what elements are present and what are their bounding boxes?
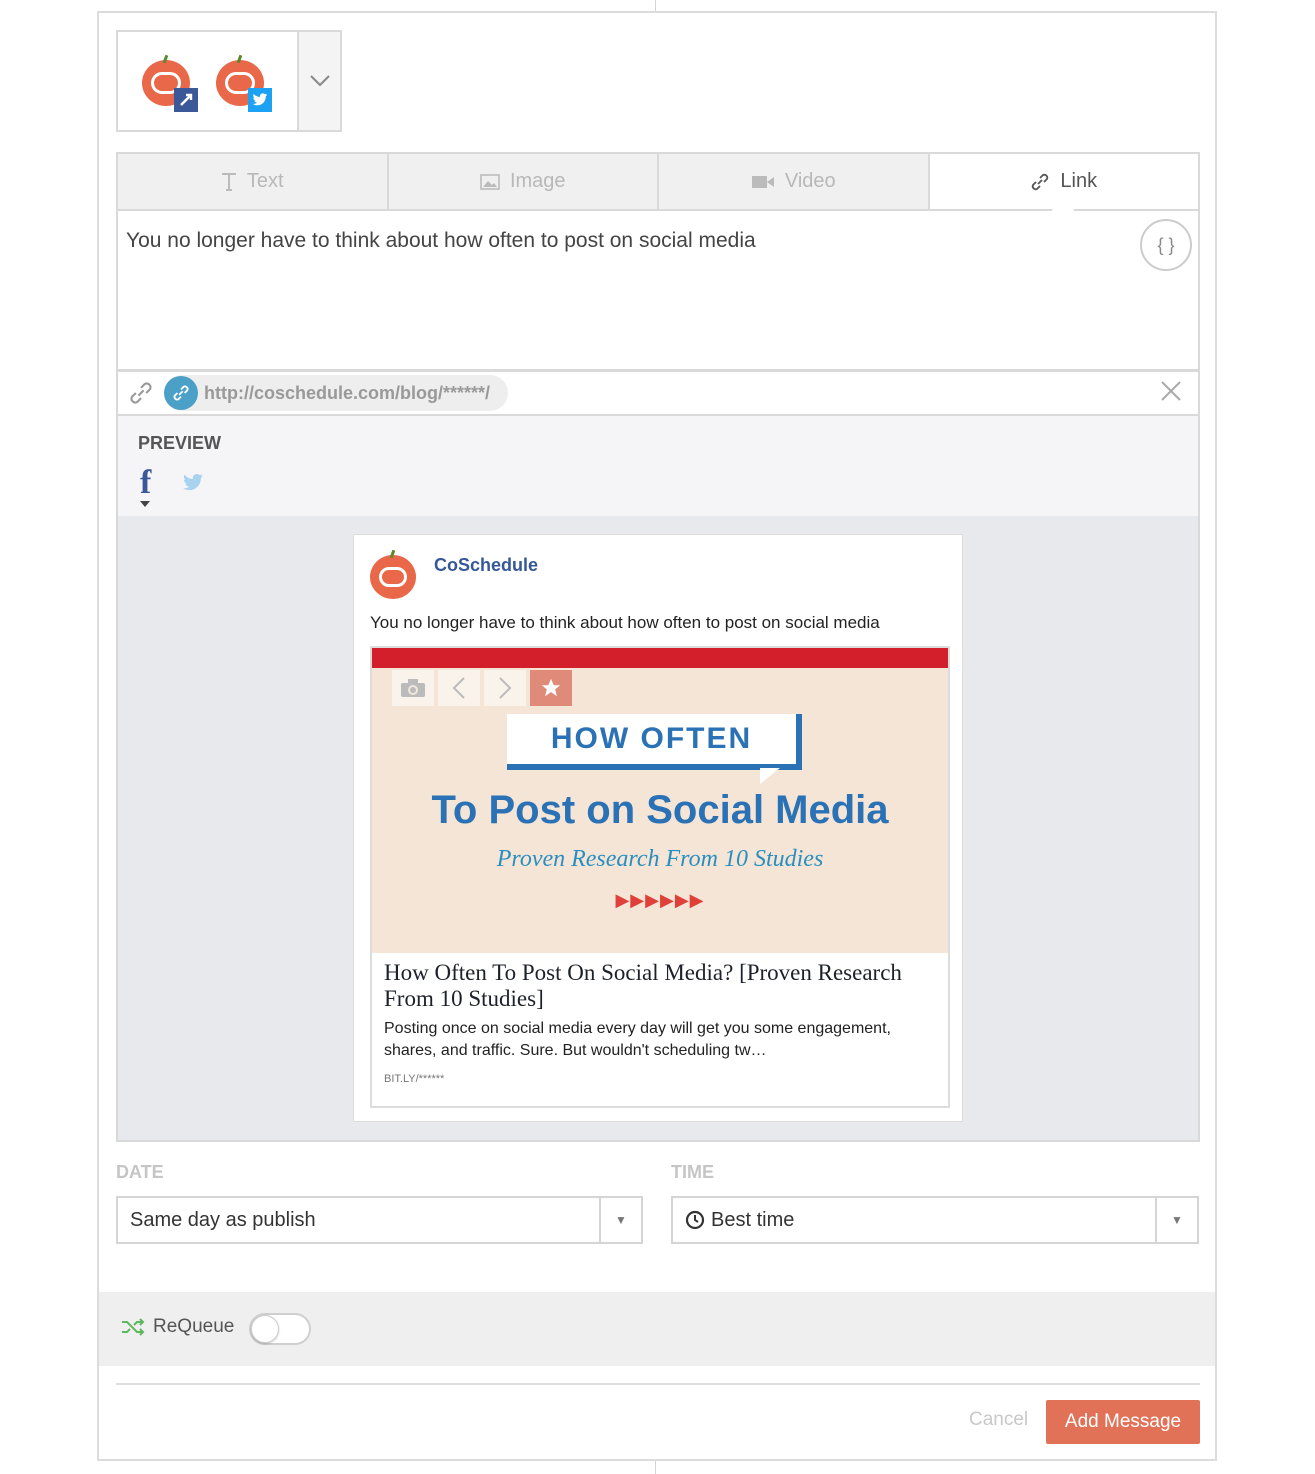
- link-attachment: HOW OFTEN To Post on Social Media Proven…: [370, 646, 950, 1108]
- date-label: DATE: [116, 1162, 164, 1182]
- chevron-down-icon: [309, 75, 330, 87]
- cancel-button[interactable]: Cancel: [969, 1409, 1028, 1431]
- facebook-icon: [174, 88, 198, 112]
- caret-down-icon: [140, 501, 150, 507]
- tab-link-label: Link: [1060, 170, 1098, 192]
- time-label: TIME: [671, 1162, 714, 1182]
- preview-title: PREVIEW: [138, 433, 222, 453]
- coschedule-logo: [370, 555, 416, 599]
- image-icon: [480, 173, 500, 190]
- caret-down-icon: ▼: [599, 1198, 641, 1242]
- content-type-tabs: Text Image Video Link: [116, 152, 1200, 211]
- chain-link-icon: [128, 380, 154, 406]
- footer-divider: [116, 1383, 1200, 1385]
- tab-image-label: Image: [509, 170, 566, 192]
- link-title: How Often To Post On Social Media? [Prov…: [384, 960, 902, 1011]
- clock-icon: [685, 1210, 705, 1230]
- video-icon: [751, 175, 775, 189]
- add-message-button[interactable]: Add Message: [1046, 1400, 1200, 1444]
- link-image: HOW OFTEN To Post on Social Media Proven…: [372, 648, 948, 953]
- requeue-toggle[interactable]: [249, 1313, 311, 1345]
- time-value: Best time: [711, 1208, 795, 1231]
- braces-icon: { }: [1157, 234, 1175, 255]
- url-pill[interactable]: http://coschedule.com/blog/******/: [164, 375, 509, 411]
- tab-link[interactable]: Link: [929, 154, 1198, 211]
- image-subtitle: Proven Research From 10 Studies: [496, 846, 824, 872]
- link-url-row: http://coschedule.com/blog/******/: [116, 370, 1200, 416]
- shuffle-icon: [121, 1318, 145, 1341]
- profile-selector[interactable]: [116, 30, 342, 132]
- chevron-left-icon[interactable]: [438, 670, 480, 706]
- image-top-bar: [372, 648, 948, 668]
- message-textarea[interactable]: You no longer have to think about how of…: [116, 211, 1200, 371]
- message-text: You no longer have to think about how of…: [126, 229, 756, 252]
- profile-avatar-facebook[interactable]: [142, 56, 198, 112]
- image-badge: HOW OFTEN: [507, 714, 802, 784]
- twitter-icon: [248, 88, 272, 112]
- close-icon[interactable]: [1160, 380, 1182, 407]
- image-arrows: ▶▶▶▶▶▶: [615, 890, 705, 910]
- tab-video[interactable]: Video: [659, 154, 930, 211]
- link-icon: [1030, 172, 1050, 192]
- url-text: http://coschedule.com/blog/******/: [204, 382, 491, 403]
- insert-variable-button[interactable]: { }: [1140, 219, 1192, 271]
- link-domain: BIT.LY/******: [384, 1073, 445, 1085]
- tab-text-label: Text: [246, 170, 284, 192]
- twitter-icon[interactable]: [182, 474, 204, 497]
- text-icon: [221, 172, 237, 192]
- caret-down-icon: ▼: [1155, 1198, 1197, 1242]
- time-value-wrap: Best time: [673, 1209, 1155, 1232]
- star-icon[interactable]: [530, 670, 572, 706]
- profile-avatar-twitter[interactable]: [216, 56, 272, 112]
- selected-profiles: [118, 32, 297, 130]
- add-message-modal: Text Image Video Link You no longer have…: [97, 11, 1217, 1461]
- page-name: CoSchedule: [434, 555, 539, 575]
- link-description: Posting once on social media every day w…: [384, 1020, 891, 1059]
- requeue-bar: ReQueue: [99, 1292, 1215, 1366]
- image-title: To Post on Social Media: [431, 788, 889, 832]
- requeue-label: ReQueue: [153, 1316, 235, 1337]
- chevron-right-icon[interactable]: [484, 670, 526, 706]
- facebook-icon[interactable]: f: [140, 464, 151, 502]
- preview-panel: PREVIEW f CoSchedule You no longer have …: [116, 416, 1200, 1142]
- page-avatar: [370, 553, 418, 601]
- date-select[interactable]: Same day as publish ▼: [116, 1196, 643, 1244]
- time-select[interactable]: Best time ▼: [671, 1196, 1199, 1244]
- preview-header: PREVIEW f: [118, 416, 1198, 516]
- profile-dropdown-toggle[interactable]: [297, 32, 340, 130]
- camera-icon[interactable]: [392, 670, 434, 706]
- link-badge-icon: [164, 376, 198, 410]
- tab-video-label: Video: [784, 170, 836, 192]
- tab-image[interactable]: Image: [388, 154, 659, 211]
- post-message: You no longer have to think about how of…: [370, 613, 880, 632]
- bottom-connector: [655, 1460, 656, 1474]
- toggle-knob: [251, 1315, 279, 1343]
- date-value: Same day as publish: [130, 1208, 316, 1231]
- facebook-post-preview: CoSchedule You no longer have to think a…: [353, 534, 963, 1122]
- tab-text[interactable]: Text: [118, 154, 389, 211]
